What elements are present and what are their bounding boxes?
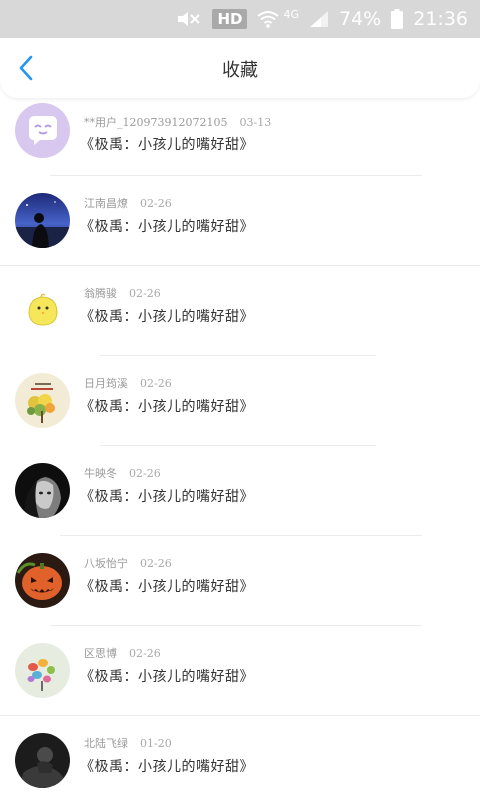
work-title[interactable]: 《极禹：小孩儿的嘴好甜》 [80,216,254,236]
work-title[interactable]: 《极禹：小孩儿的嘴好甜》 [80,756,254,776]
list-item[interactable]: 八坂怡宁 02-26 《极禹：小孩儿的嘴好甜》 [0,536,480,626]
work-title[interactable]: 《极禹：小孩儿的嘴好甜》 [80,666,254,686]
username[interactable]: 区思博 [84,647,117,660]
network-type-label: 4G [283,8,299,21]
date: 03-13 [239,116,272,129]
username[interactable]: 牛映冬 [84,467,117,480]
avatar[interactable] [15,103,70,158]
list-item[interactable]: 翁腾骏 02-26 《极禹：小孩儿的嘴好甜》 [0,266,480,356]
list-item[interactable]: 日月筠溪 02-26 《极禹：小孩儿的嘴好甜》 [0,356,480,446]
avatar[interactable] [15,643,70,698]
avatar[interactable] [15,373,70,428]
date: 02-26 [140,377,172,390]
avatar[interactable] [15,463,70,518]
avatar[interactable] [15,733,70,788]
clock: 21:36 [413,8,468,30]
item-meta: 区思博 02-26 [84,645,161,661]
date: 02-26 [129,647,161,660]
avatar[interactable] [15,283,70,338]
work-title[interactable]: 《极禹：小孩儿的嘴好甜》 [80,134,254,154]
status-bar: HD 4G 74% 21:36 [0,0,480,38]
work-title[interactable]: 《极禹：小孩儿的嘴好甜》 [80,396,254,416]
work-title[interactable]: 《极禹：小孩儿的嘴好甜》 [80,486,254,506]
item-meta: 八坂怡宁 02-26 [84,555,172,571]
item-meta: 江南昌燎 02-26 [84,195,172,211]
date: 01-20 [140,737,172,750]
list-item[interactable]: 江南昌燎 02-26 《极禹：小孩儿的嘴好甜》 [0,176,480,266]
date: 02-26 [129,287,161,300]
work-title[interactable]: 《极禹：小孩儿的嘴好甜》 [80,576,254,596]
username[interactable]: 八坂怡宁 [84,557,128,570]
username[interactable]: 翁腾骏 [84,287,117,300]
date: 02-26 [140,557,172,570]
username[interactable]: 日月筠溪 [84,377,128,390]
username[interactable]: 北陆飞绿 [84,737,128,750]
item-meta: 翁腾骏 02-26 [84,285,161,301]
item-meta: **用户_120973912072105 03-13 [84,114,271,130]
work-title[interactable]: 《极禹：小孩儿的嘴好甜》 [80,306,254,326]
list-item[interactable]: **用户_120973912072105 03-13 《极禹：小孩儿的嘴好甜》 [0,98,480,176]
item-meta: 日月筠溪 02-26 [84,375,172,391]
hd-badge: HD [212,9,248,29]
favorites-list[interactable]: **用户_120973912072105 03-13 《极禹：小孩儿的嘴好甜》 [0,98,480,800]
username[interactable]: **用户_120973912072105 [84,116,227,129]
date: 02-26 [129,467,161,480]
page-title: 收藏 [222,60,258,81]
avatar[interactable] [15,193,70,248]
mute-icon [176,10,202,28]
battery-percent: 74% [339,8,382,30]
signal-icon [309,10,329,28]
list-item[interactable]: 区思博 02-26 《极禹：小孩儿的嘴好甜》 [0,626,480,716]
list-item[interactable]: 牛映冬 02-26 《极禹：小孩儿的嘴好甜》 [0,446,480,536]
item-meta: 牛映冬 02-26 [84,465,161,481]
date: 02-26 [140,197,172,210]
item-meta: 北陆飞绿 01-20 [84,735,172,751]
battery-icon [391,9,404,29]
list-item[interactable]: 北陆飞绿 01-20 《极禹：小孩儿的嘴好甜》 [0,716,480,800]
username[interactable]: 江南昌燎 [84,197,128,210]
wifi-icon [257,10,280,28]
avatar[interactable] [15,553,70,608]
top-bar: 收藏 [0,38,480,98]
